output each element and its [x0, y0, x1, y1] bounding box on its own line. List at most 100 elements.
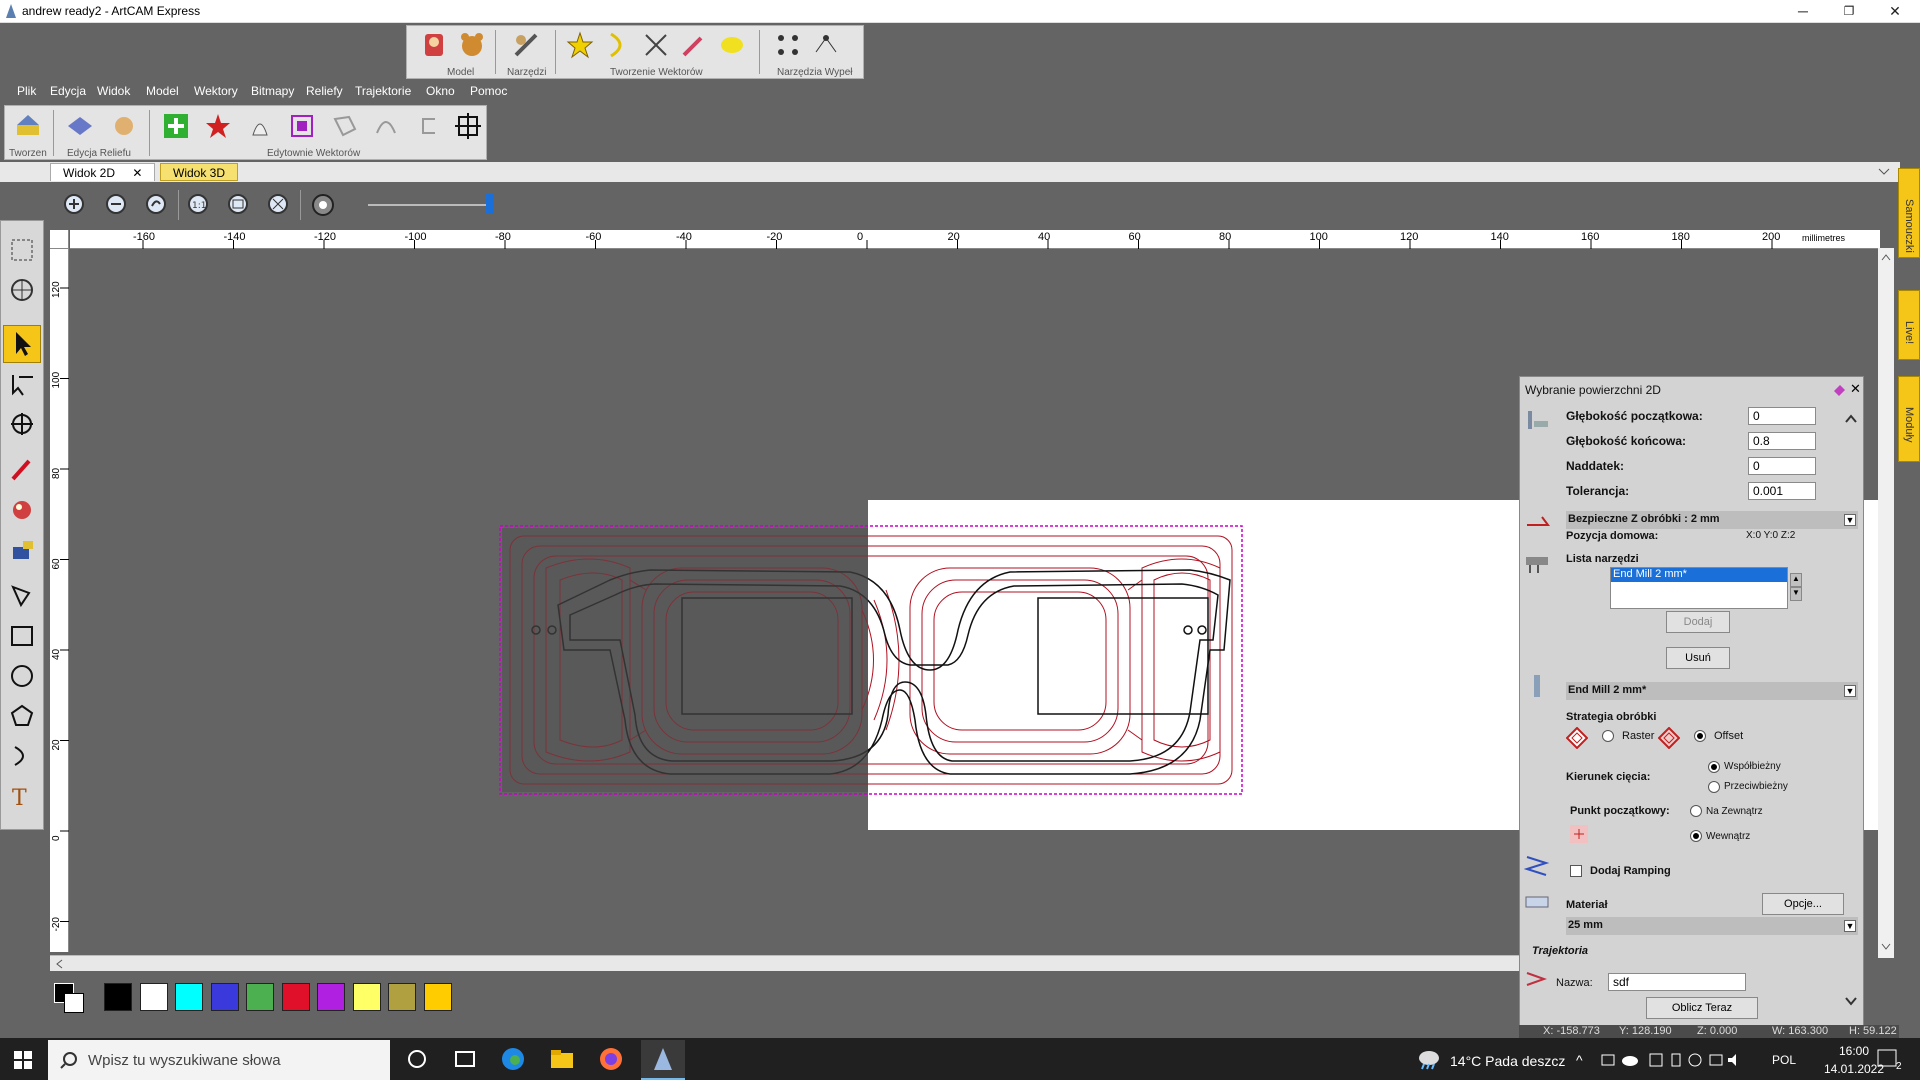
zoom-slider[interactable]	[368, 204, 492, 206]
safe-z-dropdown-icon[interactable]: ▼	[1844, 514, 1856, 526]
allowance-input[interactable]	[1748, 457, 1816, 475]
color-swatch[interactable]	[352, 983, 381, 1011]
panel-close-icon[interactable]: ✕	[1850, 381, 1861, 397]
paint-icon[interactable]	[9, 497, 35, 523]
remove-tool-button[interactable]: Usuń	[1666, 647, 1730, 669]
tools-button[interactable]	[511, 30, 541, 60]
tab-close-icon[interactable]: ✕	[132, 166, 142, 180]
polyline-icon[interactable]	[9, 583, 35, 609]
zoom-extents-icon[interactable]	[266, 192, 292, 218]
panel-collapse-icon[interactable]	[1844, 413, 1858, 425]
color-swatch[interactable]	[388, 983, 416, 1011]
side-tab-live[interactable]: Live!	[1898, 290, 1920, 360]
zoom-1to1-icon[interactable]: 1:1	[186, 192, 212, 218]
tolerance-input[interactable]	[1748, 482, 1816, 500]
bracket-edit-button[interactable]	[413, 111, 443, 141]
select-tool-button[interactable]	[3, 325, 41, 363]
tab-3d-view[interactable]: Widok 3D	[160, 163, 239, 181]
taskbar-search[interactable]: Wpisz tu wyszukiwane słowa	[48, 1040, 390, 1080]
language-indicator[interactable]: POL	[1772, 1053, 1796, 1067]
color-swatch[interactable]	[423, 983, 452, 1011]
conventional-radio[interactable]	[1708, 781, 1720, 793]
transform-button[interactable]	[453, 111, 483, 141]
relief-sculpt-button[interactable]	[109, 111, 139, 141]
menu-view[interactable]: Widok	[97, 84, 130, 98]
material-row[interactable]: 25 mm ▼	[1566, 917, 1858, 935]
offset-radio[interactable]	[1694, 730, 1706, 742]
ramping-checkbox[interactable]	[1570, 865, 1582, 877]
color-swatch[interactable]	[175, 983, 203, 1011]
tray-icons[interactable]	[1600, 1052, 1740, 1068]
tool-list-item[interactable]: End Mill 2 mm*	[1611, 568, 1787, 582]
color-swatch[interactable]	[139, 983, 168, 1011]
color-swatch[interactable]	[317, 983, 345, 1011]
color-swatch[interactable]	[210, 983, 239, 1011]
add-tool-button[interactable]: Dodaj	[1666, 611, 1730, 633]
menu-model[interactable]: Model	[146, 84, 179, 98]
calculate-now-button[interactable]: Oblicz Teraz	[1646, 997, 1758, 1019]
scroll-left-icon[interactable]	[54, 958, 66, 970]
minimize-button[interactable]: ─	[1780, 0, 1826, 22]
tool-listbox[interactable]: End Mill 2 mm*	[1610, 567, 1788, 609]
arc-tool-icon[interactable]	[9, 743, 35, 769]
material-dropdown-icon[interactable]: ▼	[1844, 920, 1856, 932]
zoom-in-icon[interactable]	[62, 192, 88, 218]
start-outside-radio[interactable]	[1690, 805, 1702, 817]
side-tab-modules[interactable]: Moduły	[1898, 376, 1920, 462]
rectangle-icon[interactable]	[9, 623, 35, 649]
horizontal-scrollbar[interactable]	[50, 955, 1520, 971]
current-colors[interactable]	[54, 983, 84, 1013]
color-swatch[interactable]	[104, 983, 132, 1011]
tray-chevron-icon[interactable]: ^	[1576, 1052, 1583, 1068]
arc-edit-button[interactable]	[371, 111, 401, 141]
relief-edit-button[interactable]	[65, 111, 95, 141]
model-open-button[interactable]	[457, 30, 487, 60]
vertical-scrollbar[interactable]	[1878, 248, 1894, 958]
start-depth-input[interactable]	[1748, 407, 1816, 425]
toolpath-name-input[interactable]	[1608, 973, 1746, 991]
zoom-slider-thumb[interactable]	[486, 194, 494, 214]
circle-icon[interactable]	[9, 663, 35, 689]
polygon-icon[interactable]	[9, 703, 35, 729]
node-edit-icon[interactable]	[9, 371, 35, 397]
start-inside-radio[interactable]	[1690, 830, 1702, 842]
menu-bitmaps[interactable]: Bitmapy	[251, 84, 294, 98]
safe-z-row[interactable]: Bezpieczne Z obróbki : 2 mm ▼	[1566, 511, 1858, 529]
menu-help[interactable]: Pomoc	[470, 84, 507, 98]
menu-file[interactable]: Plik	[17, 84, 36, 98]
view-settings-icon[interactable]	[310, 192, 336, 218]
globe-icon[interactable]	[9, 277, 35, 303]
add-vector-button[interactable]	[161, 111, 191, 141]
color-swatch[interactable]	[281, 983, 310, 1011]
zoom-out-icon[interactable]	[104, 192, 130, 218]
zoom-box-icon[interactable]	[9, 237, 35, 263]
close-button[interactable]: ✕	[1872, 0, 1918, 22]
selected-tool-dropdown-icon[interactable]: ▼	[1844, 685, 1856, 697]
scroll-down-icon[interactable]	[1880, 940, 1892, 952]
fill-path-button[interactable]	[811, 30, 841, 60]
menu-edit[interactable]: Edycja	[50, 84, 86, 98]
group-vector-button[interactable]	[287, 111, 317, 141]
scroll-up-icon[interactable]	[1880, 252, 1892, 264]
menu-toolpaths[interactable]: Trajektorie	[355, 84, 411, 98]
fill-bucket-icon[interactable]	[9, 537, 35, 563]
maximize-button[interactable]: ❐	[1826, 0, 1872, 22]
cut-vector-button[interactable]	[641, 30, 671, 60]
menu-reliefs[interactable]: Reliefy	[306, 84, 343, 98]
arc-vector-button[interactable]	[603, 30, 633, 60]
zoom-previous-icon[interactable]	[144, 192, 170, 218]
model-new-button[interactable]	[419, 30, 449, 60]
fill-pattern-button[interactable]	[773, 30, 803, 60]
pencil-icon[interactable]	[9, 457, 35, 483]
windows-start-icon[interactable]	[14, 1051, 32, 1069]
pen-vector-button[interactable]	[679, 30, 709, 60]
color-swatch[interactable]	[246, 983, 274, 1011]
weather-text[interactable]: 14°C Pada deszcz	[1450, 1053, 1565, 1069]
selected-tool-row[interactable]: End Mill 2 mm* ▼	[1566, 682, 1858, 700]
create-button[interactable]	[13, 111, 43, 141]
raster-radio[interactable]	[1602, 730, 1614, 742]
eraser-icon[interactable]	[1832, 383, 1846, 397]
tool-list-spinner[interactable]: ▲ ▼	[1790, 573, 1802, 601]
zoom-fit-icon[interactable]	[226, 192, 252, 218]
climb-radio[interactable]	[1708, 761, 1720, 773]
